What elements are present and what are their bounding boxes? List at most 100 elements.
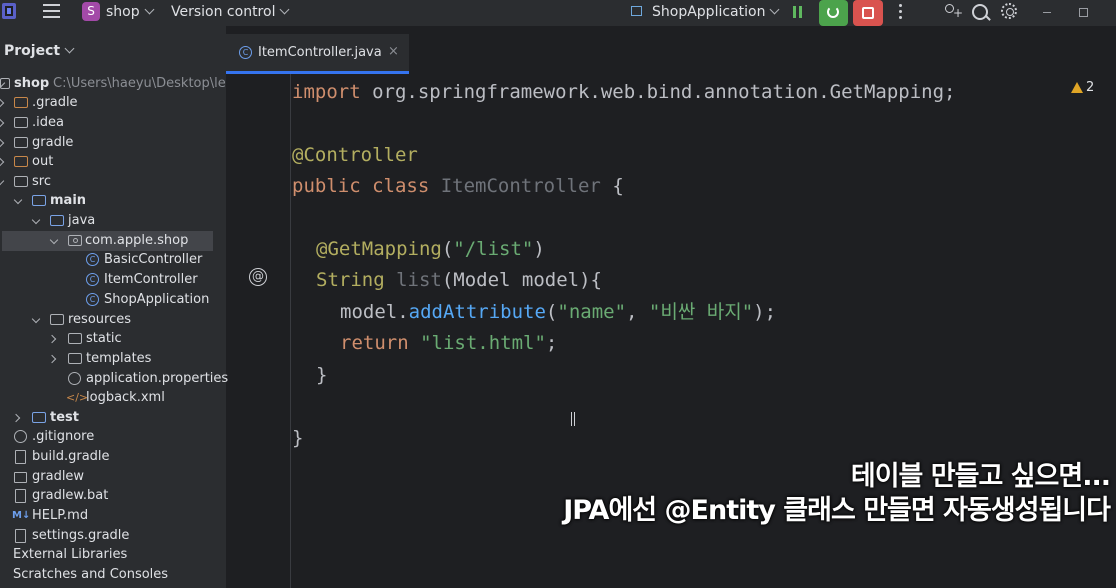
expand-arrow-icon[interactable] (0, 138, 5, 148)
tree-item-label: templates (86, 351, 152, 366)
code-string: "/list" (453, 238, 534, 260)
expand-arrow-icon[interactable] (47, 354, 57, 364)
code-line-controller-annotation[interactable]: @Controller (292, 144, 418, 166)
code-with-me-icon[interactable] (942, 3, 963, 21)
intellij-logo-icon[interactable] (2, 3, 16, 19)
code-text: , (626, 301, 649, 323)
code-method-call: addAttribute (408, 301, 546, 323)
terminal-file-icon (14, 472, 27, 483)
project-widget[interactable]: shop (106, 4, 155, 20)
tree-item-label: application.properties (86, 371, 229, 386)
code-text: } (292, 427, 304, 449)
expand-arrow-icon[interactable] (0, 176, 5, 186)
project-view-selector[interactable]: Project (4, 43, 75, 59)
stop-button[interactable] (853, 0, 883, 26)
folder-icon (14, 97, 28, 108)
tree-item-external-libraries[interactable]: External Libraries (0, 545, 226, 565)
settings-gear-icon[interactable] (1001, 3, 1017, 19)
tree-item-resources[interactable]: resources (0, 310, 226, 330)
code-line-class-close[interactable]: } (292, 427, 303, 449)
tree-item-itemcontroller[interactable]: C ItemController (0, 270, 226, 290)
tree-item-label: ShopApplication (104, 292, 210, 307)
expand-arrow-icon[interactable] (31, 314, 41, 324)
tree-item-main[interactable]: main (0, 191, 226, 211)
main-menu-icon[interactable] (43, 4, 60, 18)
expand-arrow-icon[interactable] (0, 118, 5, 128)
project-badge[interactable]: S (82, 2, 100, 21)
tree-item-gradle[interactable]: gradle (0, 133, 226, 153)
tab-itemcontroller[interactable]: C ItemController.java × (226, 34, 409, 74)
expand-arrow-icon[interactable] (31, 215, 41, 225)
code-class-name: ItemController (429, 175, 601, 197)
code-line-class-declaration[interactable]: public class ItemController { (292, 175, 624, 197)
tree-item-label: logback.xml (86, 390, 165, 405)
vcs-widget[interactable]: Version control (171, 4, 290, 20)
expand-arrow-icon[interactable] (13, 195, 23, 205)
xml-file-icon: </> (66, 391, 89, 404)
tree-item-basiccontroller[interactable]: C BasicController (0, 250, 226, 270)
debug-pause-icon[interactable] (792, 6, 804, 18)
tree-item-label: out (32, 154, 54, 169)
restore-window-button[interactable] (1079, 8, 1088, 17)
code-string: "name" (557, 301, 627, 323)
code-line-method-close[interactable]: } (316, 364, 327, 386)
tree-item-gradlew-bat[interactable]: gradlew.bat (0, 486, 226, 506)
tree-item-static[interactable]: static (0, 329, 226, 349)
minimize-window-button[interactable] (1043, 12, 1051, 13)
tree-item-label: test (50, 410, 79, 425)
tree-item-help-md[interactable]: M↓ HELP.md (0, 506, 226, 526)
code-text: ); (753, 301, 777, 323)
search-icon[interactable] (972, 4, 988, 20)
code-string: "list.html" (408, 332, 546, 354)
rerun-button[interactable] (819, 0, 848, 26)
expand-arrow-icon[interactable] (47, 334, 57, 344)
tree-item-path: C:\Users\haeyu\Desktop\le (53, 76, 226, 91)
tree-item-label: gradlew (32, 469, 85, 484)
inspection-warnings-widget[interactable]: 2 (1071, 80, 1094, 95)
expand-arrow-icon[interactable] (0, 157, 5, 167)
tree-item-src[interactable]: src (0, 172, 226, 192)
tree-item-label: java (68, 213, 96, 228)
tree-item-test[interactable]: test (0, 408, 226, 428)
tree-item-label: shop (14, 76, 50, 91)
code-line-getmapping[interactable]: @GetMapping("/list") (316, 238, 545, 260)
request-mapping-gutter-icon[interactable]: @ (249, 268, 267, 286)
code-line-method-signature[interactable]: String list(Model model){ (316, 269, 602, 291)
expand-arrow-icon[interactable] (0, 98, 5, 108)
run-config-selector[interactable]: ShopApplication (652, 4, 780, 20)
tree-item-gradle-dir[interactable]: .gradle (0, 93, 226, 113)
code-line-return[interactable]: return "list.html"; (340, 332, 557, 354)
more-actions-icon[interactable] (898, 4, 904, 22)
tree-item-shop[interactable]: shop C:\Users\haeyu\Desktop\le (0, 74, 226, 94)
tree-item-gradlew[interactable]: gradlew (0, 467, 226, 487)
tree-item-com-apple-shop[interactable]: com.apple.shop (2, 231, 213, 251)
tree-item-gitignore[interactable]: .gitignore (0, 427, 226, 447)
expand-arrow-icon[interactable] (11, 413, 21, 423)
code-line-add-attribute[interactable]: model.addAttribute("name", "비싼 바지"); (340, 301, 776, 323)
tree-item-label: Scratches and Consoles (13, 567, 169, 582)
tree-item-settings-gradle[interactable]: settings.gradle (0, 526, 226, 546)
tree-item-label: static (86, 331, 122, 346)
code-annotation: @Controller (292, 144, 418, 166)
tree-item-build-gradle[interactable]: build.gradle (0, 447, 226, 467)
code-line-import[interactable]: import org.springframework.web.bind.anno… (292, 81, 955, 103)
code-keyword: public class (292, 175, 430, 197)
test-folder-icon (32, 412, 46, 423)
tree-item-java[interactable]: java (0, 211, 226, 231)
java-class-icon: C (86, 273, 99, 286)
tree-item-logback-xml[interactable]: </> logback.xml (0, 388, 226, 408)
code-keyword: return (340, 332, 409, 354)
tree-item-templates[interactable]: templates (0, 349, 226, 369)
code-text: ( (545, 301, 558, 323)
tree-item-application-properties[interactable]: application.properties (0, 369, 229, 389)
active-tab-indicator (226, 71, 409, 74)
tree-item-idea[interactable]: .idea (0, 113, 226, 133)
tree-item-scratches[interactable]: Scratches and Consoles (0, 565, 226, 585)
folder-icon (14, 176, 28, 187)
close-tab-icon[interactable]: × (388, 44, 399, 59)
warning-icon (1071, 82, 1083, 93)
expand-arrow-icon[interactable] (49, 235, 59, 245)
tree-item-shopapplication[interactable]: C ShopApplication (0, 290, 226, 310)
ignore-file-icon (14, 430, 27, 443)
tree-item-out[interactable]: out (0, 152, 226, 172)
